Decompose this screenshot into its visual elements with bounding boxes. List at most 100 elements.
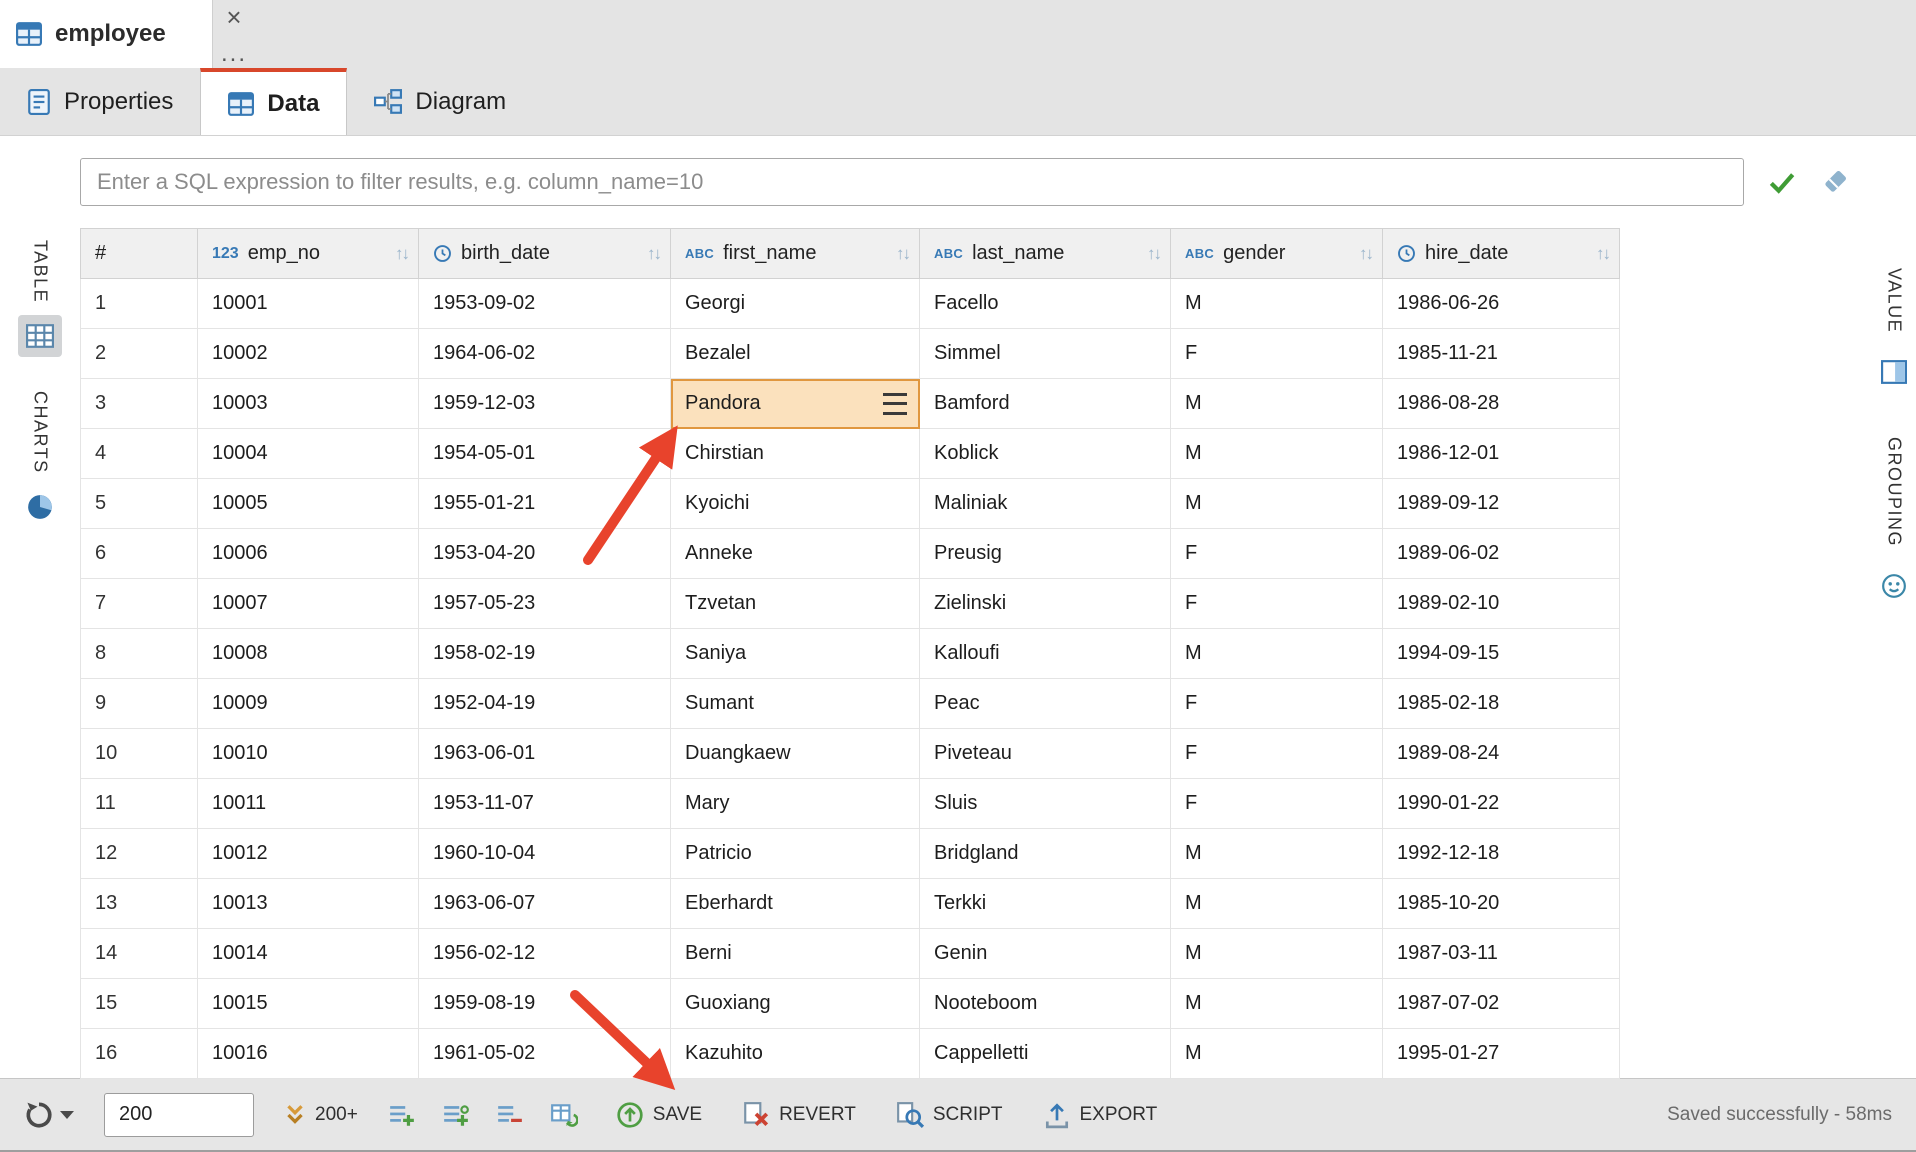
row-number-cell[interactable]: 5: [81, 479, 198, 529]
data-cell[interactable]: Piveteau: [920, 729, 1171, 779]
data-cell[interactable]: Chirstian: [671, 429, 920, 479]
data-cell[interactable]: 1963-06-07: [419, 879, 671, 929]
data-cell[interactable]: 10016: [198, 1029, 419, 1079]
data-cell[interactable]: Sluis: [920, 779, 1171, 829]
data-cell[interactable]: Facello: [920, 279, 1171, 329]
tab-diagram[interactable]: Diagram: [347, 68, 533, 135]
overflow-icon[interactable]: ...: [221, 46, 247, 62]
data-cell[interactable]: 1986-12-01: [1383, 429, 1620, 479]
data-cell[interactable]: Koblick: [920, 429, 1171, 479]
data-cell[interactable]: 1994-09-15: [1383, 629, 1620, 679]
delete-row-icon[interactable]: [496, 1102, 524, 1128]
data-cell[interactable]: 1986-06-26: [1383, 279, 1620, 329]
data-cell[interactable]: M: [1171, 929, 1383, 979]
sort-icon[interactable]: ↑↓: [896, 244, 909, 264]
data-cell[interactable]: 1985-10-20: [1383, 879, 1620, 929]
data-cell[interactable]: M: [1171, 1029, 1383, 1079]
data-cell[interactable]: 10013: [198, 879, 419, 929]
data-cell[interactable]: 1985-02-18: [1383, 679, 1620, 729]
row-number-cell[interactable]: 14: [81, 929, 198, 979]
tab-employee[interactable]: employee: [0, 0, 213, 68]
data-cell[interactable]: F: [1171, 679, 1383, 729]
data-cell[interactable]: M: [1171, 279, 1383, 329]
data-cell[interactable]: 1990-01-22: [1383, 779, 1620, 829]
data-cell[interactable]: 1964-06-02: [419, 329, 671, 379]
sort-icon[interactable]: ↑↓: [1596, 244, 1609, 264]
tab-properties[interactable]: Properties: [0, 68, 200, 135]
data-cell[interactable]: 10002: [198, 329, 419, 379]
data-cell[interactable]: 10005: [198, 479, 419, 529]
data-cell[interactable]: 10006: [198, 529, 419, 579]
auto-refresh-control[interactable]: [24, 1100, 74, 1130]
row-number-cell[interactable]: 11: [81, 779, 198, 829]
data-cell[interactable]: Eberhardt: [671, 879, 920, 929]
cell-menu-icon[interactable]: [883, 393, 907, 415]
data-cell[interactable]: Kyoichi: [671, 479, 920, 529]
pie-chart-icon[interactable]: [18, 486, 62, 528]
data-cell[interactable]: Duangkaew: [671, 729, 920, 779]
column-header-gender[interactable]: ABCgender↑↓: [1171, 229, 1383, 279]
data-cell[interactable]: Nooteboom: [920, 979, 1171, 1029]
data-cell[interactable]: 1989-02-10: [1383, 579, 1620, 629]
data-cell[interactable]: 1989-09-12: [1383, 479, 1620, 529]
data-cell[interactable]: M: [1171, 629, 1383, 679]
data-cell[interactable]: 10007: [198, 579, 419, 629]
data-cell[interactable]: 10014: [198, 929, 419, 979]
data-cell[interactable]: 10010: [198, 729, 419, 779]
column-header-hire_date[interactable]: hire_date↑↓: [1383, 229, 1620, 279]
data-cell[interactable]: M: [1171, 479, 1383, 529]
data-cell[interactable]: Tzvetan: [671, 579, 920, 629]
data-cell[interactable]: Berni: [671, 929, 920, 979]
row-number-cell[interactable]: 16: [81, 1029, 198, 1079]
close-icon[interactable]: ×: [226, 6, 241, 28]
row-number-cell[interactable]: 2: [81, 329, 198, 379]
data-cell[interactable]: Cappelletti: [920, 1029, 1171, 1079]
selected-cell[interactable]: Pandora: [671, 379, 920, 429]
column-header-emp_no[interactable]: 123emp_no↑↓: [198, 229, 419, 279]
data-cell[interactable]: 1956-02-12: [419, 929, 671, 979]
data-cell[interactable]: 10009: [198, 679, 419, 729]
data-cell[interactable]: 1960-10-04: [419, 829, 671, 879]
data-cell[interactable]: 1954-05-01: [419, 429, 671, 479]
data-cell[interactable]: Bamford: [920, 379, 1171, 429]
sql-filter-input[interactable]: [80, 158, 1744, 206]
data-cell[interactable]: Saniya: [671, 629, 920, 679]
data-cell[interactable]: 1955-01-21: [419, 479, 671, 529]
data-cell[interactable]: 1953-09-02: [419, 279, 671, 329]
data-cell[interactable]: 10015: [198, 979, 419, 1029]
data-cell[interactable]: Mary: [671, 779, 920, 829]
rail-grouping-label[interactable]: GROUPING: [1884, 437, 1905, 547]
data-cell[interactable]: 1986-08-28: [1383, 379, 1620, 429]
data-cell[interactable]: 1987-07-02: [1383, 979, 1620, 1029]
data-cell[interactable]: 10004: [198, 429, 419, 479]
data-cell[interactable]: 10012: [198, 829, 419, 879]
data-cell[interactable]: Preusig: [920, 529, 1171, 579]
tab-data[interactable]: Data: [200, 68, 347, 135]
data-cell[interactable]: F: [1171, 729, 1383, 779]
column-header-first_name[interactable]: ABCfirst_name↑↓: [671, 229, 920, 279]
script-button[interactable]: SCRIPT: [896, 1101, 1003, 1129]
data-cell[interactable]: Kalloufi: [920, 629, 1171, 679]
grouping-panel-icon[interactable]: [1872, 565, 1916, 607]
row-number-cell[interactable]: 12: [81, 829, 198, 879]
data-cell[interactable]: M: [1171, 879, 1383, 929]
row-number-cell[interactable]: 4: [81, 429, 198, 479]
sort-icon[interactable]: ↑↓: [1147, 244, 1160, 264]
sort-icon[interactable]: ↑↓: [647, 244, 660, 264]
data-cell[interactable]: 1952-04-19: [419, 679, 671, 729]
data-cell[interactable]: 1953-04-20: [419, 529, 671, 579]
refresh-grid-icon[interactable]: [550, 1102, 578, 1128]
data-cell[interactable]: Zielinski: [920, 579, 1171, 629]
rail-tab-table[interactable]: TABLE: [18, 240, 62, 357]
data-cell[interactable]: 1985-11-21: [1383, 329, 1620, 379]
data-cell[interactable]: Bridgland: [920, 829, 1171, 879]
apply-filter-icon[interactable]: [1766, 166, 1798, 198]
data-cell[interactable]: 1987-03-11: [1383, 929, 1620, 979]
row-number-cell[interactable]: 3: [81, 379, 198, 429]
row-number-cell[interactable]: 7: [81, 579, 198, 629]
column-header-birth_date[interactable]: birth_date↑↓: [419, 229, 671, 279]
data-cell[interactable]: 10011: [198, 779, 419, 829]
data-cell[interactable]: 1959-12-03: [419, 379, 671, 429]
sort-icon[interactable]: ↑↓: [395, 244, 408, 264]
data-cell[interactable]: Maliniak: [920, 479, 1171, 529]
